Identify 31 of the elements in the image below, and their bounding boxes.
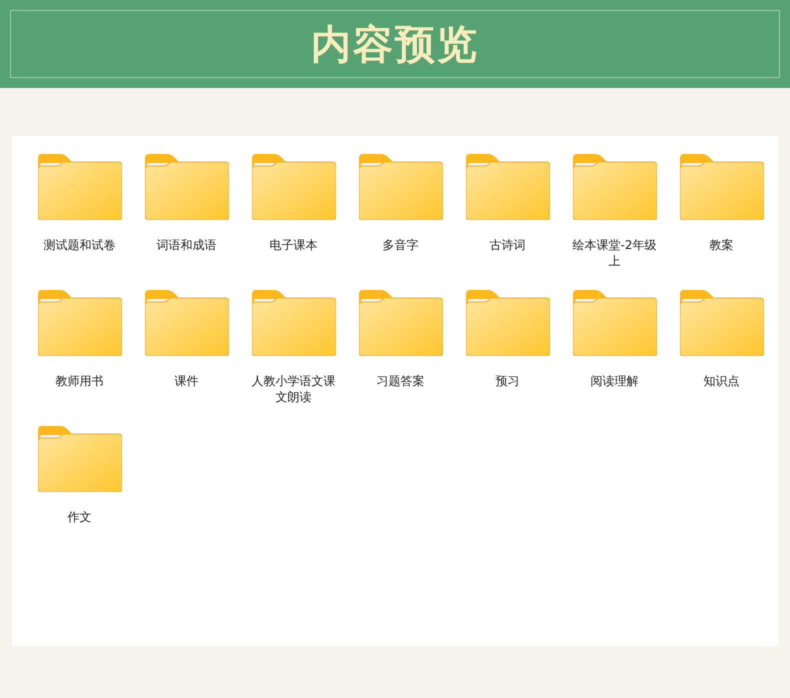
folder-label[interactable]: 词语和成语 [140,237,232,253]
folder-icon[interactable] [466,154,550,220]
folder-label[interactable]: 习题答案 [354,373,446,389]
folder-icon[interactable] [466,290,550,356]
folder-icon[interactable] [358,154,442,220]
folder-icon[interactable] [252,154,336,220]
folder-label[interactable]: 测试题和试卷 [34,237,126,253]
folder-icon[interactable] [572,290,656,356]
folder-icon[interactable] [680,290,764,356]
folder-label[interactable]: 教师用书 [34,373,126,389]
folder-label[interactable]: 绘本课堂-2年级上 [568,237,660,269]
folder-label[interactable]: 作文 [34,509,126,525]
folder-label[interactable]: 古诗词 [462,237,554,253]
folder-icon[interactable] [144,290,228,356]
folder-label[interactable]: 知识点 [676,373,768,389]
folder-icon[interactable] [38,426,122,492]
folder-icon[interactable] [680,154,764,220]
folder-icon[interactable] [38,154,122,220]
folder-label[interactable]: 阅读理解 [568,373,660,389]
folder-label[interactable]: 人教小学语文课文朗读 [248,373,340,405]
page-title: 内容预览 [311,20,479,70]
folder-icon[interactable] [144,154,228,220]
folder-icon[interactable] [358,290,442,356]
folder-label[interactable]: 电子课本 [248,237,340,253]
folder-label[interactable]: 课件 [140,373,232,389]
folder-label[interactable]: 教案 [676,237,768,253]
folder-label[interactable]: 预习 [462,373,554,389]
folder-icon[interactable] [572,154,656,220]
folder-icon[interactable] [252,290,336,356]
folder-label[interactable]: 多音字 [354,237,446,253]
folder-icon[interactable] [38,290,122,356]
